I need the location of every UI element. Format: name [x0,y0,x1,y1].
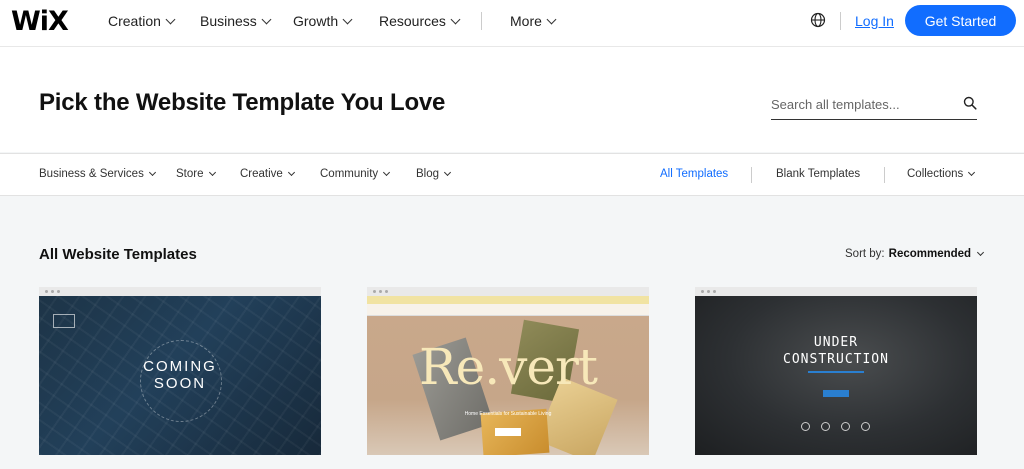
nav-business-label: Business [200,13,257,29]
chevron-down-icon [342,14,353,24]
category-bar: Business & Services Store Creative Commu… [0,153,1024,196]
category-business-services[interactable]: Business & Services [39,168,156,180]
browser-chrome [367,287,649,296]
share-icon [861,422,870,431]
category-blog[interactable]: Blog [416,168,452,180]
category-community[interactable]: Community [320,168,391,180]
template-heading-line: CONSTRUCTION [783,352,889,367]
template-header [367,304,649,316]
template-shop-button [495,428,521,436]
tab-label: Blank Templates [776,168,861,180]
page-title: Pick the Website Template You Love [39,89,446,116]
tab-collections[interactable]: Collections [907,168,976,180]
page-header: Pick the Website Template You Love [0,46,1024,152]
chevron-down-icon [968,168,976,177]
instagram-icon [841,422,850,431]
nav-creation[interactable]: Creation [108,13,176,29]
template-preview: UNDER CONSTRUCTION [695,296,977,455]
nav-more-label: More [510,13,542,29]
chevron-down-icon [450,14,461,24]
promo-banner [367,296,649,304]
category-store[interactable]: Store [176,168,216,180]
template-notify-button [823,390,849,397]
chevron-down-icon [546,14,557,24]
category-creative[interactable]: Creative [240,168,295,180]
globe-icon[interactable] [810,12,826,28]
nav-more[interactable]: More [510,13,557,29]
chevron-down-icon [208,168,216,177]
section-title: All Website Templates [39,246,197,263]
twitter-icon [821,422,830,431]
social-icons [801,422,870,431]
tab-divider [884,167,885,183]
chevron-down-icon [165,14,176,24]
sort-label: Sort by: [845,248,885,260]
nav-resources-label: Resources [379,13,446,29]
category-label: Business & Services [39,168,144,180]
template-heading: UNDER CONSTRUCTION [695,334,977,368]
chevron-down-icon [383,168,391,177]
tab-blank-templates[interactable]: Blank Templates [776,168,860,180]
tab-all-templates[interactable]: All Templates [660,168,728,180]
chevron-down-icon [443,168,452,177]
search-box [771,92,977,120]
progress-line [808,371,864,373]
sort-value: Recommended [888,248,972,260]
template-card-coming-soon[interactable]: COMING SOON [39,287,321,455]
category-label: Blog [416,168,440,180]
nav-resources[interactable]: Resources [379,13,461,29]
template-card-revert[interactable]: Re.vert Home Essentials for Sustainable … [367,287,649,455]
login-link[interactable]: Log In [855,13,894,29]
template-heading: COMING SOON [39,358,321,392]
category-label: Creative [240,168,283,180]
template-preview: COMING SOON [39,296,321,455]
get-started-button[interactable]: Get Started [905,5,1016,36]
nav-divider [840,12,841,30]
nav-divider [481,12,482,30]
template-heading-line: UNDER [813,335,859,350]
template-preview: Re.vert Home Essentials for Sustainable … [367,316,649,455]
tab-label: All Templates [660,168,729,180]
nav-growth-label: Growth [293,13,339,29]
facebook-icon [801,422,810,431]
template-card-under-construction[interactable]: UNDER CONSTRUCTION [695,287,977,455]
chevron-down-icon [287,168,295,177]
template-heading-line: SOON [153,375,207,392]
nav-creation-label: Creation [108,13,161,29]
template-heading: Re.vert [419,338,598,396]
nav-business[interactable]: Business [200,13,272,29]
search-input[interactable] [771,92,951,116]
tab-divider [751,167,752,183]
category-label: Community [320,168,379,180]
browser-chrome [39,287,321,296]
template-subtitle: Home Essentials for Sustainable Living [464,411,552,417]
search-icon[interactable] [963,96,977,110]
nav-growth[interactable]: Growth [293,13,353,29]
browser-chrome [695,287,977,296]
wix-logo[interactable]: WiX [11,6,69,37]
chevron-down-icon [148,168,156,177]
chevron-down-icon [261,14,272,24]
top-navigation: WiX Creation Business Growth Resources M… [0,0,1024,46]
tab-label: Collections [907,168,964,180]
chevron-down-icon [977,248,985,257]
category-label: Store [176,168,204,180]
template-heading-line: COMING [143,358,217,375]
template-logo [53,314,75,328]
sort-dropdown[interactable]: Sort by: Recommended [845,248,985,260]
